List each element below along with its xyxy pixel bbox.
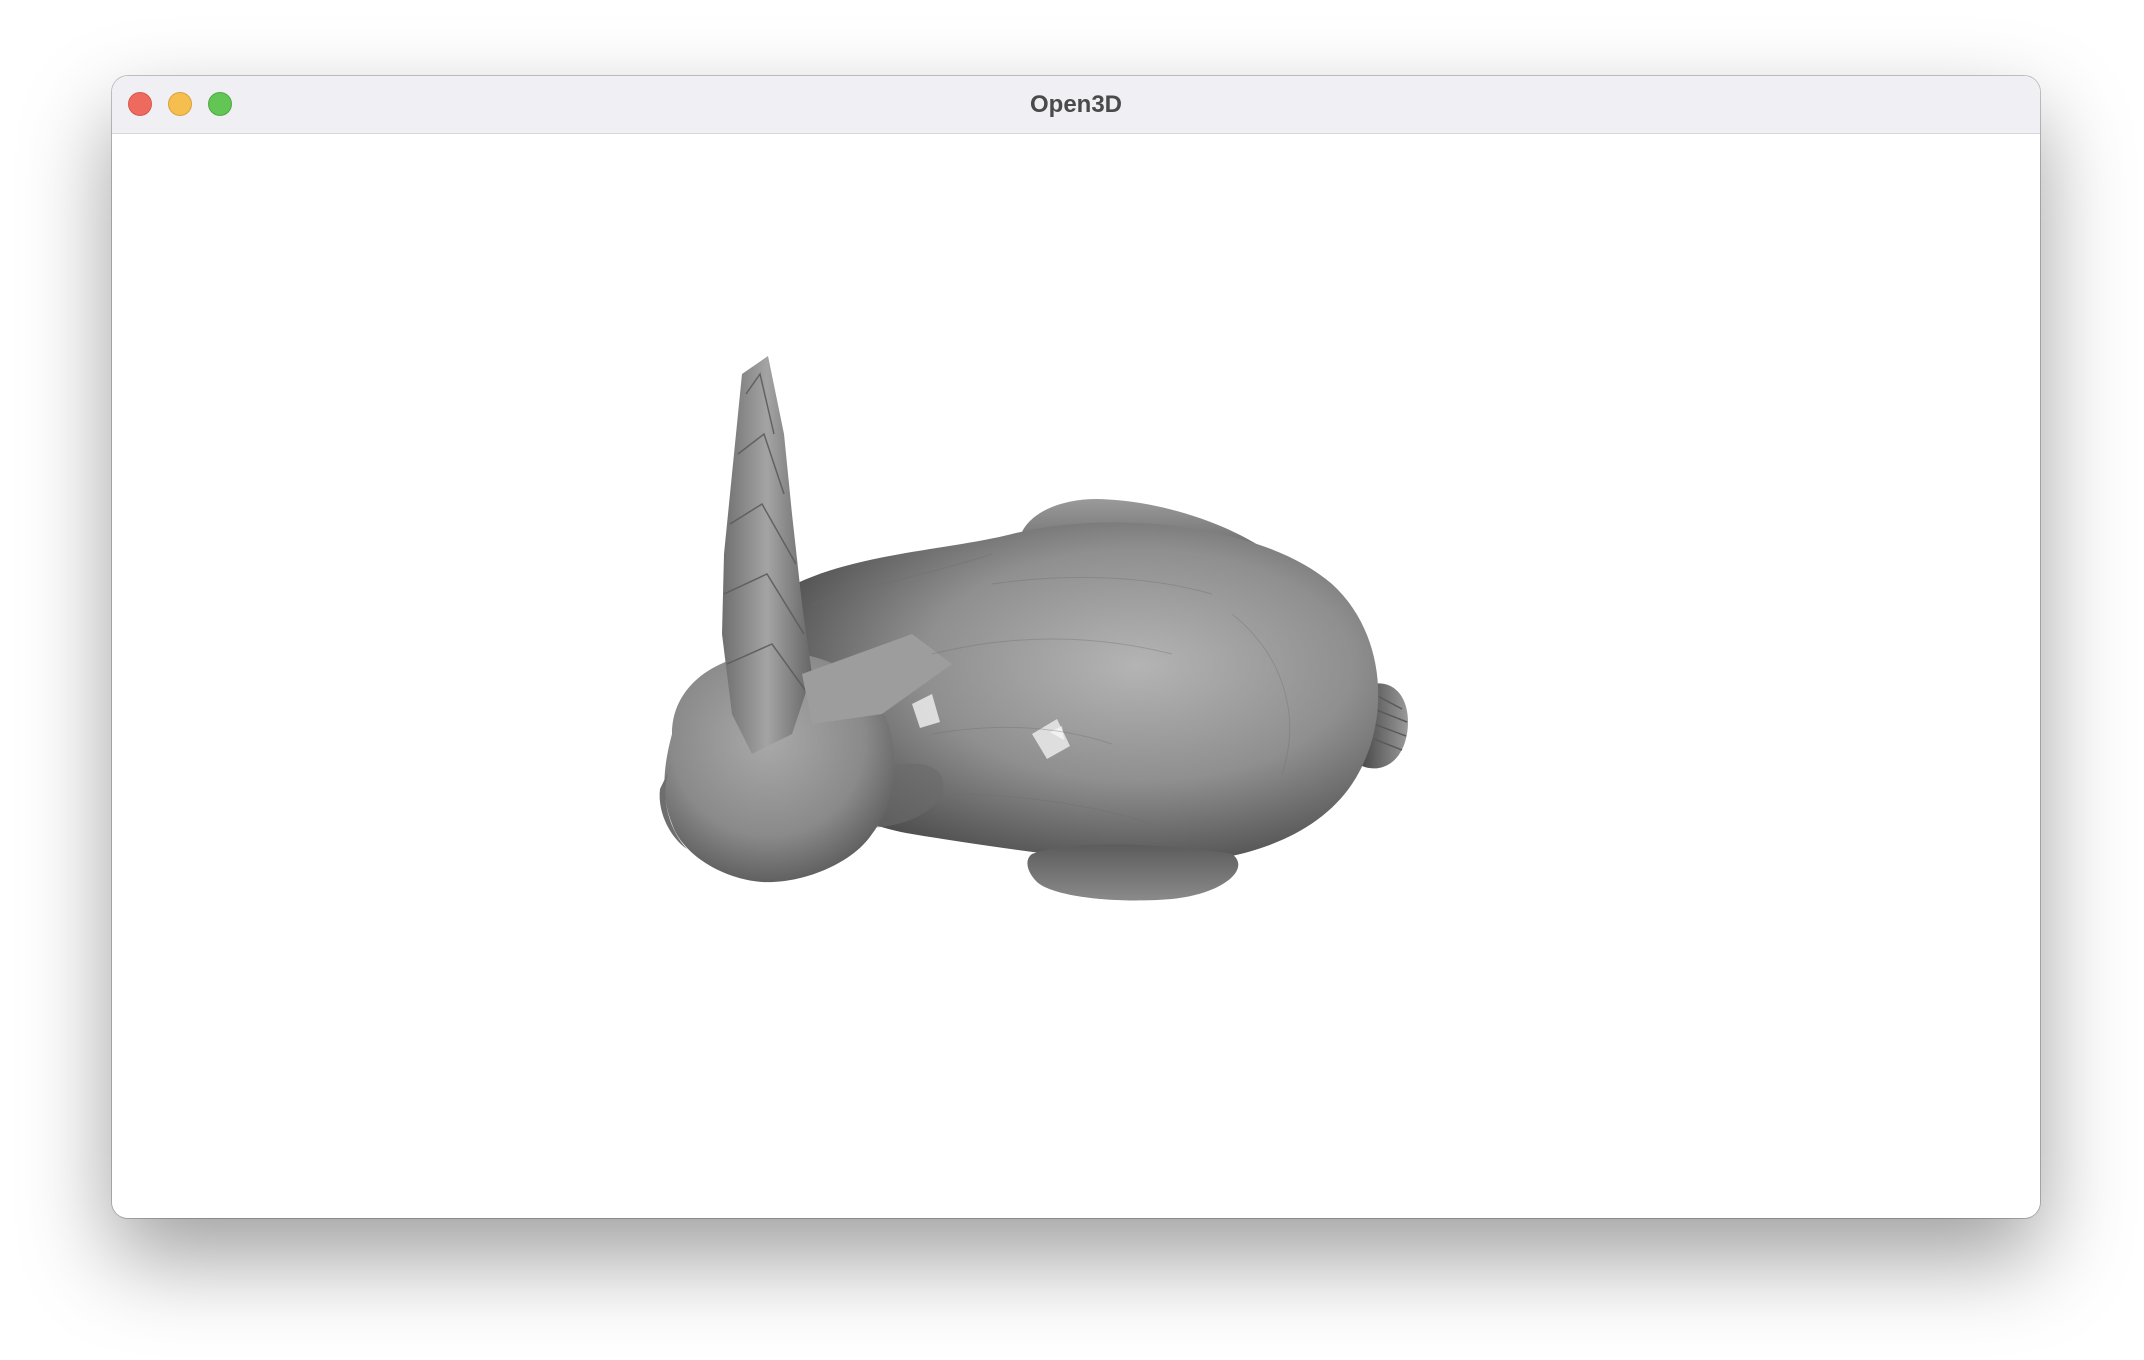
window-title: Open3D (1029, 91, 1122, 118)
desktop: Open3D (0, 0, 2144, 1360)
app-window: Open3D (112, 76, 2040, 1218)
3d-viewport[interactable] (112, 134, 2040, 1218)
bunny-mesh[interactable] (112, 134, 2040, 1218)
title-bar[interactable]: Open3D (112, 76, 2040, 134)
